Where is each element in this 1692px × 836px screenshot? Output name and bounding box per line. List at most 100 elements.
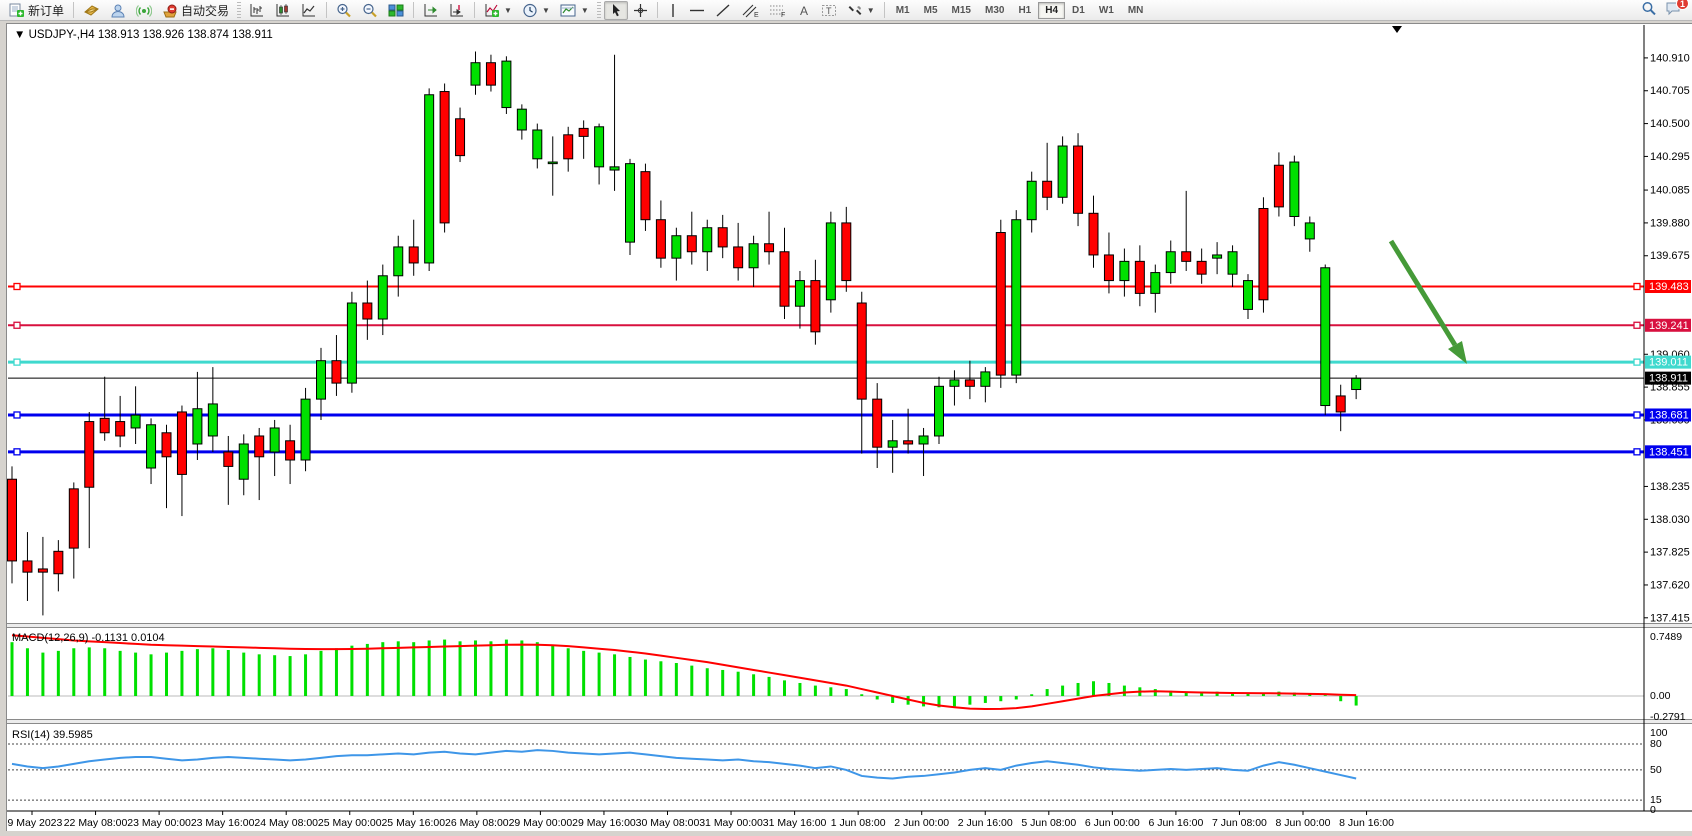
svg-text:5 Jun 08:00: 5 Jun 08:00 (1021, 817, 1076, 829)
svg-text:2 Jun 00:00: 2 Jun 00:00 (894, 817, 949, 829)
chart-shift-button[interactable] (444, 1, 470, 20)
text-label-icon: T (821, 3, 837, 18)
svg-text:140.295: 140.295 (1650, 151, 1690, 163)
periods-dropdown-arrow[interactable]: ▼ (542, 6, 550, 15)
channel-icon: E (741, 3, 759, 18)
timeframe-m1-button[interactable]: M1 (889, 2, 917, 19)
svg-text:140.085: 140.085 (1650, 185, 1690, 197)
fibonacci-button[interactable]: F (764, 1, 792, 20)
crosshair-button[interactable] (628, 1, 653, 20)
timeframe-h4-button[interactable]: H4 (1038, 2, 1065, 19)
autotrade-button[interactable]: 自动交易 (157, 1, 234, 20)
cursor-button[interactable] (604, 1, 628, 20)
bar-chart-icon (249, 3, 265, 18)
cursor-icon (609, 3, 623, 18)
svg-text:31 May 16:00: 31 May 16:00 (763, 817, 827, 829)
horizontal-line-icon (689, 3, 705, 18)
svg-text:80: 80 (1650, 738, 1662, 750)
svg-text:25 May 16:00: 25 May 16:00 (381, 817, 445, 829)
auto-scroll-button[interactable] (418, 1, 444, 20)
indicators-dropdown-arrow[interactable]: ▼ (504, 6, 512, 15)
svg-text:140.500: 140.500 (1650, 118, 1690, 130)
arrows-button[interactable]: ▼ (842, 1, 880, 20)
clock-icon (522, 3, 538, 18)
line-chart-icon (301, 3, 317, 18)
auto-scroll-icon (423, 3, 439, 18)
svg-text:7 Jun 08:00: 7 Jun 08:00 (1212, 817, 1267, 829)
candle-chart-button[interactable] (270, 1, 296, 20)
svg-text:26 May 08:00: 26 May 08:00 (445, 817, 509, 829)
new-order-icon (9, 3, 25, 18)
svg-text:137.415: 137.415 (1650, 612, 1690, 624)
horizontal-line-button[interactable] (684, 1, 710, 20)
svg-text:139.880: 139.880 (1650, 217, 1690, 229)
svg-text:138.911: 138.911 (1649, 373, 1688, 385)
indicators-icon (484, 3, 500, 18)
timeframe-w1-button[interactable]: W1 (1092, 2, 1121, 19)
periods-button[interactable]: ▼ (517, 1, 555, 20)
svg-text:6 Jun 16:00: 6 Jun 16:00 (1148, 817, 1203, 829)
support-chat-button[interactable] (105, 1, 131, 20)
bar-chart-button[interactable] (244, 1, 270, 20)
timeframe-m5-button[interactable]: M5 (917, 2, 945, 19)
svg-text:140.705: 140.705 (1650, 85, 1690, 97)
svg-text:30 May 08:00: 30 May 08:00 (636, 817, 700, 829)
search-icon[interactable] (1641, 1, 1657, 20)
market-watch-button[interactable] (78, 1, 105, 20)
channel-button[interactable]: E (736, 1, 764, 20)
chart-area[interactable]: 140.910140.705140.500140.295140.085139.8… (6, 23, 1692, 831)
fibonacci-icon: F (769, 3, 787, 18)
timeframe-mn-button[interactable]: MN (1121, 2, 1151, 19)
trade-book-icon (83, 3, 100, 18)
price-chart[interactable]: 140.910140.705140.500140.295140.085139.8… (7, 24, 1692, 831)
text-button[interactable]: A (792, 1, 816, 20)
line-chart-button[interactable] (296, 1, 322, 20)
panel-splitter-2[interactable] (7, 719, 1692, 724)
zoom-in-icon (336, 3, 352, 18)
chart-window: 140.910140.705140.500140.295140.085139.8… (0, 22, 1692, 836)
svg-text:138.235: 138.235 (1650, 481, 1690, 493)
svg-text:-0.2791: -0.2791 (1650, 711, 1686, 723)
person-chat-icon (110, 3, 126, 18)
notifications-button[interactable]: 1 (1665, 1, 1682, 19)
zoom-out-button[interactable] (357, 1, 383, 20)
svg-text:0.7489: 0.7489 (1650, 631, 1682, 643)
candle-chart-icon (275, 3, 291, 18)
timeframe-buttons: M1M5M15M30H1H4D1W1MN (889, 0, 1151, 20)
timeframe-m15-button[interactable]: M15 (945, 2, 978, 19)
svg-text:E: E (754, 12, 759, 18)
arrows-dropdown-arrow[interactable]: ▼ (867, 6, 875, 15)
svg-text:50: 50 (1650, 764, 1662, 776)
timeframe-m30-button[interactable]: M30 (978, 2, 1011, 19)
timeframe-d1-button[interactable]: D1 (1065, 2, 1092, 19)
autotrade-icon (162, 3, 178, 18)
tile-windows-button[interactable] (383, 1, 409, 20)
chart-background (7, 24, 1692, 831)
zoom-out-icon (362, 3, 378, 18)
templates-button[interactable]: ▼ (555, 1, 594, 20)
trendline-button[interactable] (710, 1, 736, 20)
templates-dropdown-arrow[interactable]: ▼ (581, 6, 589, 15)
new-order-button[interactable]: 新订单 (4, 1, 69, 20)
svg-text:6 Jun 00:00: 6 Jun 00:00 (1085, 817, 1140, 829)
zoom-in-button[interactable] (331, 1, 357, 20)
svg-text:139.675: 139.675 (1650, 250, 1690, 262)
svg-text:A: A (800, 4, 808, 18)
main-toolbar: 新订单 自动交易 (0, 0, 1692, 21)
autotrade-label: 自动交易 (181, 2, 229, 19)
signals-button[interactable] (131, 1, 157, 20)
text-label-button[interactable]: T (816, 1, 842, 20)
chart-shift-icon (449, 3, 465, 18)
panel-splitter-1[interactable] (7, 623, 1692, 628)
indicators-button[interactable]: ▼ (479, 1, 517, 20)
svg-text:137.825: 137.825 (1650, 547, 1690, 559)
macd-label: MACD(12,26,9) -0.1131 0.0104 (12, 632, 165, 644)
vertical-line-button[interactable] (662, 1, 684, 20)
svg-text:139.483: 139.483 (1649, 281, 1689, 293)
rsi-label: RSI(14) 39.5985 (12, 729, 93, 741)
svg-text:137.620: 137.620 (1650, 579, 1690, 591)
timeframe-h1-button[interactable]: H1 (1011, 2, 1038, 19)
svg-text:29 May 16:00: 29 May 16:00 (572, 817, 636, 829)
template-icon (560, 3, 577, 18)
tile-windows-icon (388, 3, 404, 18)
